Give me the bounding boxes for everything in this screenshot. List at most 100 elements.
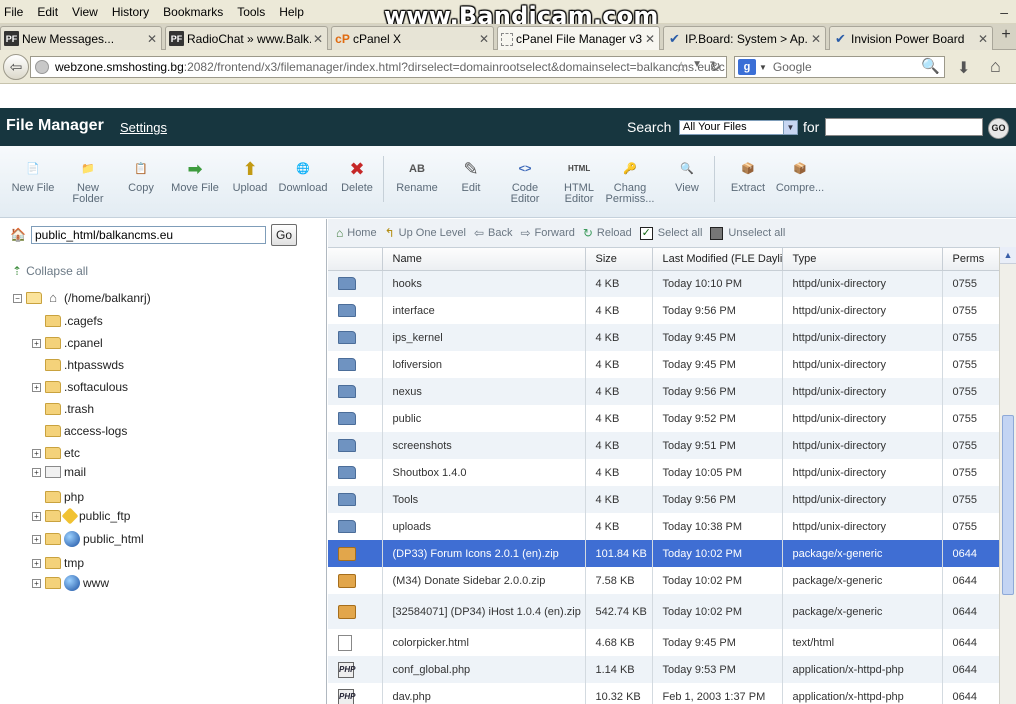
path-input[interactable]: public_html/balkancms.eu <box>31 226 266 244</box>
file-modified[interactable]: Today 10:05 PM <box>652 459 783 486</box>
minimize-icon[interactable]: – <box>1000 4 1008 20</box>
file-type[interactable]: httpd/unix-directory <box>782 459 943 486</box>
bookmark-star-icon[interactable]: ☆ <box>675 58 688 76</box>
close-icon[interactable]: ✕ <box>643 32 657 46</box>
file-name[interactable]: Shoutbox 1.4.0 <box>382 459 586 486</box>
file-type[interactable]: httpd/unix-directory <box>782 432 943 459</box>
file-icon-cell[interactable] <box>328 432 383 459</box>
file-modified[interactable]: Today 9:52 PM <box>652 405 783 432</box>
tree-item-php[interactable]: php <box>32 490 84 504</box>
file-size[interactable]: 4 KB <box>585 351 653 378</box>
menu-edit[interactable]: Edit <box>37 5 58 19</box>
reload-nav[interactable]: ↻ Reload <box>583 226 632 240</box>
file-icon-cell[interactable] <box>328 594 383 629</box>
toolbar-button-chang-permiss[interactable]: 🔑 Chang Permiss... <box>602 158 658 205</box>
file-name[interactable]: public <box>382 405 586 432</box>
chevron-down-icon[interactable]: ▼ <box>759 63 767 72</box>
table-row[interactable]: colorpicker.html 4.68 KB Today 9:45 PM text… <box>328 629 999 656</box>
file-name[interactable]: [32584071] (DP34) iHost 1.0.4 (en).zip <box>382 594 586 629</box>
table-row[interactable]: nexus 4 KB Today 9:56 PM httpd/unix-directo… <box>328 378 999 405</box>
google-icon[interactable]: g <box>738 59 756 75</box>
tree-item-dot-cagefs[interactable]: .cagefs <box>32 314 103 328</box>
close-icon[interactable]: ✕ <box>477 32 491 46</box>
url-dropdown-icon[interactable]: ▼ <box>692 59 702 70</box>
file-modified[interactable]: Today 10:02 PM <box>652 567 783 594</box>
tree-item-public-html[interactable]: + public_html <box>32 531 144 547</box>
file-perms[interactable]: 0644 <box>942 540 999 567</box>
toolbar-button-compre[interactable]: 📦 Compre... <box>772 158 828 194</box>
file-icon-cell[interactable] <box>328 513 383 540</box>
file-type[interactable]: application/x-httpd-php <box>782 683 943 704</box>
file-perms[interactable]: 0755 <box>942 432 999 459</box>
file-perms[interactable]: 0644 <box>942 656 999 683</box>
tab-file-manager[interactable]: cPanel File Manager v3 ✕ <box>497 26 660 51</box>
file-modified[interactable]: Today 9:56 PM <box>652 297 783 324</box>
file-size[interactable]: 542.74 KB <box>585 594 653 629</box>
file-perms[interactable]: 0755 <box>942 486 999 513</box>
tree-root[interactable]: − ⌂ (/home/balkanrj) <box>13 290 151 306</box>
file-name[interactable]: screenshots <box>382 432 586 459</box>
toolbar-button-upload[interactable]: ⬆ Upload <box>222 158 278 194</box>
file-icon-cell[interactable]: PHP <box>328 656 383 683</box>
scroll-up-icon[interactable]: ▲ <box>1000 247 1016 264</box>
file-name[interactable]: hooks <box>382 270 586 297</box>
tree-item-dot-softaculous[interactable]: + .softaculous <box>32 380 128 394</box>
file-modified[interactable]: Today 9:53 PM <box>652 656 783 683</box>
close-icon[interactable]: ✕ <box>809 32 823 46</box>
toolbar-button-edit[interactable]: ✎ Edit <box>443 158 499 194</box>
tree-item-access-logs[interactable]: access-logs <box>32 424 127 438</box>
expand-toggle-icon[interactable]: + <box>32 338 41 348</box>
back-arrow-icon[interactable]: ⇦ <box>3 54 29 80</box>
file-modified[interactable]: Today 10:02 PM <box>652 594 783 629</box>
file-size[interactable]: 4 KB <box>585 378 653 405</box>
table-row[interactable]: uploads 4 KB Today 10:38 PM httpd/unix-dire… <box>328 513 999 540</box>
file-size[interactable]: 1.14 KB <box>585 656 653 683</box>
file-type[interactable]: application/x-httpd-php <box>782 656 943 683</box>
chevron-down-icon[interactable]: ▼ <box>783 121 797 134</box>
file-name[interactable]: uploads <box>382 513 586 540</box>
table-row[interactable]: Tools 4 KB Today 9:56 PM httpd/unix-directo… <box>328 486 999 513</box>
menu-help[interactable]: Help <box>279 5 304 19</box>
table-row[interactable]: hooks 4 KB Today 10:10 PM httpd/unix-direct… <box>328 270 999 297</box>
file-perms[interactable]: 0644 <box>942 567 999 594</box>
menu-bookmarks[interactable]: Bookmarks <box>163 5 223 19</box>
file-size[interactable]: 4.68 KB <box>585 629 653 656</box>
file-name[interactable]: dav.php <box>382 683 586 704</box>
tree-item-www[interactable]: + www <box>32 575 109 591</box>
forward-nav[interactable]: ⇨ Forward <box>520 226 574 240</box>
new-tab-icon[interactable]: + <box>996 26 1016 48</box>
file-modified[interactable]: Today 10:02 PM <box>652 540 783 567</box>
table-row[interactable]: public 4 KB Today 9:52 PM httpd/unix-direct… <box>328 405 999 432</box>
file-icon-cell[interactable] <box>328 629 383 656</box>
file-size[interactable]: 4 KB <box>585 270 653 297</box>
close-icon[interactable]: ✕ <box>976 32 990 46</box>
file-icon-cell[interactable] <box>328 270 383 297</box>
tab-invision[interactable]: ✔ Invision Power Board ✕ <box>829 26 993 50</box>
file-perms[interactable]: 0755 <box>942 459 999 486</box>
toolbar-button-copy[interactable]: 📋 Copy <box>113 158 169 194</box>
file-name[interactable]: nexus <box>382 378 586 405</box>
toolbar-button-new-file[interactable]: 📄 New File <box>5 158 61 194</box>
file-size[interactable]: 4 KB <box>585 513 653 540</box>
file-size[interactable]: 4 KB <box>585 297 653 324</box>
unselect-all-nav[interactable]: Unselect all <box>710 226 785 240</box>
perms-column-header[interactable]: Perms <box>942 248 999 271</box>
search-scope-select[interactable]: All Your Files ▼ <box>679 120 798 135</box>
back-nav[interactable]: ⇦ Back <box>474 226 513 240</box>
tree-item-dot-cpanel[interactable]: + .cpanel <box>32 336 103 350</box>
search-icon[interactable]: 🔍 <box>921 57 940 75</box>
file-modified[interactable]: Feb 1, 2003 1:37 PM <box>652 683 783 704</box>
file-perms[interactable]: 0755 <box>942 513 999 540</box>
go-button[interactable]: GO <box>988 118 1009 139</box>
table-row[interactable]: lofiversion 4 KB Today 9:45 PM httpd/unix-d… <box>328 351 999 378</box>
file-perms[interactable]: 0755 <box>942 270 999 297</box>
tree-item-dot-htpasswds[interactable]: .htpasswds <box>32 358 124 372</box>
file-icon-cell[interactable] <box>328 324 383 351</box>
table-row[interactable]: ips_kernel 4 KB Today 9:45 PM httpd/unix-di… <box>328 324 999 351</box>
tree-item-dot-trash[interactable]: .trash <box>32 402 94 416</box>
file-icon-cell[interactable] <box>328 297 383 324</box>
close-icon[interactable]: ✕ <box>145 32 159 46</box>
file-perms[interactable]: 0755 <box>942 378 999 405</box>
menu-view[interactable]: View <box>72 5 98 19</box>
expand-toggle-icon[interactable]: + <box>32 382 41 392</box>
